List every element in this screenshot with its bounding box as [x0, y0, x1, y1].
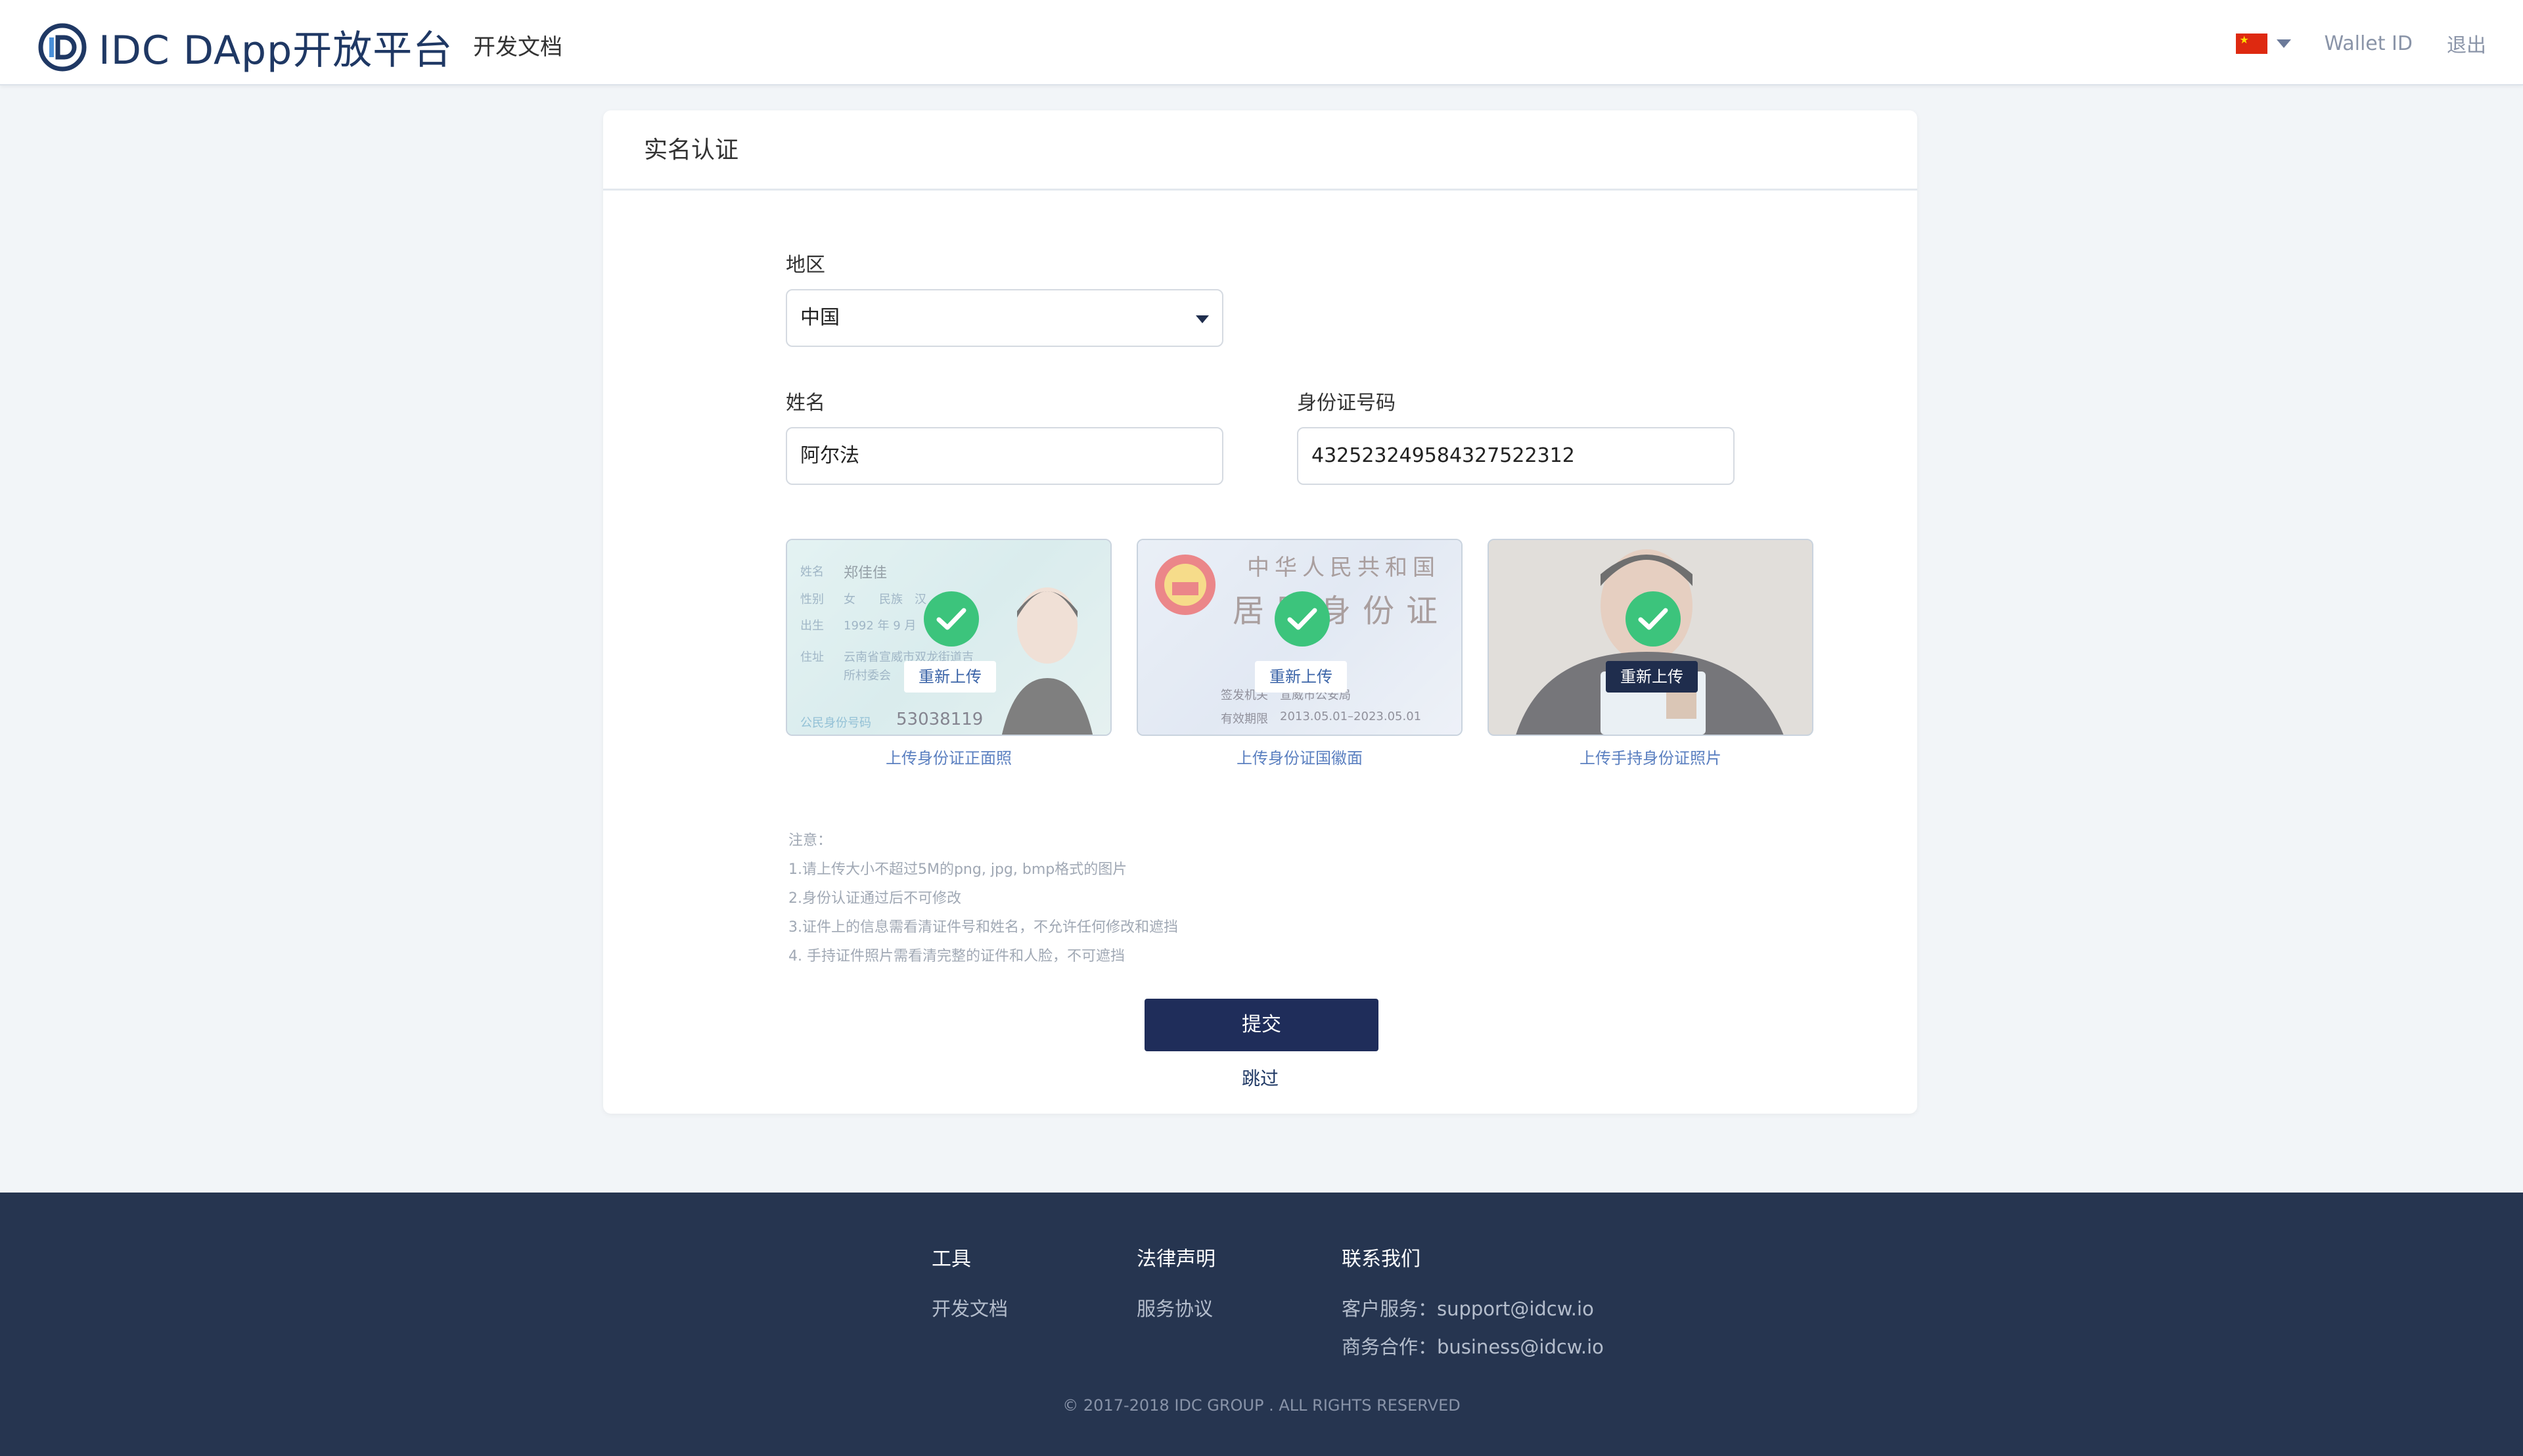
footer-link-terms[interactable]: 服务协议 — [1137, 1290, 1216, 1328]
check-icon — [1275, 591, 1330, 647]
name-label: 姓名 — [786, 392, 825, 415]
reupload-button[interactable]: 重新上传 — [1606, 661, 1698, 693]
copyright: © 2017-2018 IDC GROUP . ALL RIGHTS RESER… — [1062, 1396, 1461, 1415]
upload-handheld-id[interactable]: 重新上传 — [1488, 539, 1813, 736]
skip-link-text[interactable]: 跳过 — [1242, 1068, 1279, 1089]
name-value: 阿尔法 — [800, 444, 859, 467]
footer-heading: 联系我们 — [1342, 1248, 1421, 1271]
note-heading: 注意： — [788, 832, 832, 849]
logout-link[interactable]: 退出 — [2447, 29, 2486, 58]
footer-link-docs[interactable]: 开发文档 — [932, 1290, 1008, 1328]
footer-heading: 法律声明 — [1137, 1248, 1216, 1271]
note-item: 2.身份认证通过后不可修改 — [788, 890, 961, 907]
nav-dev-docs[interactable]: 开发文档 — [473, 29, 562, 61]
wallet-id-link[interactable]: Wallet ID — [2324, 32, 2413, 55]
header-actions: ★ Wallet ID 退出 — [2236, 26, 2486, 60]
check-icon — [924, 591, 979, 647]
upload-caption[interactable]: 上传手持身份证照片 — [1488, 745, 1813, 768]
id-number-value: 432523249584327522312 — [1311, 444, 1575, 467]
card-title: 实名认证 — [603, 110, 1917, 191]
region-value: 中国 — [800, 306, 840, 329]
region-select[interactable]: 中国 — [786, 289, 1223, 347]
caret-down-icon — [1196, 315, 1209, 323]
region-label: 地区 — [786, 254, 825, 277]
brand-logo[interactable]: IDC DApp开放平台 — [38, 18, 453, 76]
footer-heading: 工具 — [932, 1248, 971, 1271]
footer-tools: 工具 开发文档 — [932, 1242, 1008, 1328]
china-flag-icon: ★ — [2236, 33, 2268, 54]
upload-caption[interactable]: 上传身份证正面照 — [786, 745, 1112, 768]
chevron-down-icon — [2277, 39, 2292, 48]
top-header: IDC DApp开放平台 开发文档 ★ Wallet ID 退出 — [0, 0, 2523, 85]
submit-button[interactable]: 提交 — [1145, 999, 1378, 1051]
reupload-button[interactable]: 重新上传 — [1255, 661, 1347, 693]
note-item: 3.证件上的信息需看清证件号和姓名，不允许任何修改和遮挡 — [788, 919, 1178, 936]
verification-card: 实名认证 地区 中国 姓名 阿尔法 身份证号码 4325232495843275… — [603, 110, 1917, 1114]
upload-id-back[interactable]: 中华人民共和国 居民身份证 签发机关 宣威市公安局 有效期限 2013.05.0… — [1137, 539, 1463, 736]
page-footer: 工具 开发文档 法律声明 服务协议 联系我们 客户服务：support@idcw… — [0, 1193, 2523, 1456]
upload-caption[interactable]: 上传身份证国徽面 — [1137, 745, 1463, 768]
id-number-input[interactable]: 432523249584327522312 — [1297, 427, 1735, 485]
upload-notes: 注意： 1.请上传大小不超过5M的png, jpg, bmp格式的图片 2.身份… — [788, 827, 1178, 971]
skip-link: 跳过 — [603, 1064, 1917, 1091]
note-item: 1.请上传大小不超过5M的png, jpg, bmp格式的图片 — [788, 861, 1127, 878]
name-input[interactable]: 阿尔法 — [786, 427, 1223, 485]
footer-contact: 联系我们 客户服务：support@idcw.io 商务合作：business@… — [1342, 1242, 1604, 1366]
id-number-label: 身份证号码 — [1297, 392, 1396, 415]
footer-legal: 法律声明 服务协议 — [1137, 1242, 1216, 1328]
upload-id-front[interactable]: 姓名 郑佳佳 性别 女 民族 汉 出生 1992 年 9 月 住址 云南省宣威市… — [786, 539, 1112, 736]
brand-title: IDC DApp开放平台 — [99, 28, 453, 74]
idc-logo-icon — [38, 23, 87, 71]
footer-link-support[interactable]: 客户服务：support@idcw.io — [1342, 1290, 1604, 1328]
reupload-button[interactable]: 重新上传 — [904, 661, 996, 693]
footer-link-business[interactable]: 商务合作：business@idcw.io — [1342, 1328, 1604, 1366]
check-icon — [1625, 591, 1681, 647]
note-item: 4. 手持证件照片需看清完整的证件和人脸，不可遮挡 — [788, 948, 1125, 965]
language-selector[interactable]: ★ — [2236, 33, 2292, 54]
